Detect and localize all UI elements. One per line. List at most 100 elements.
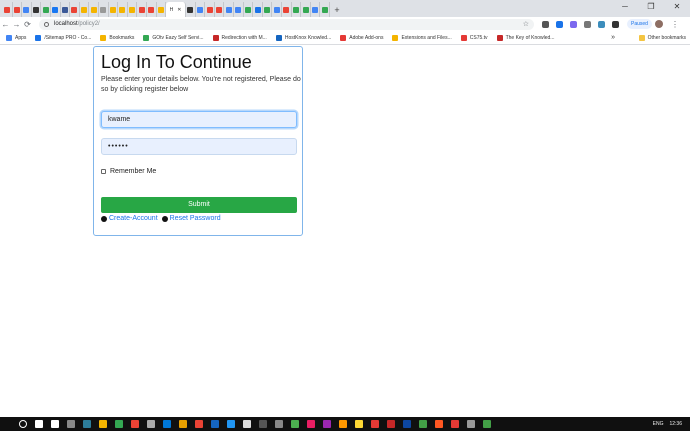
taskbar-app-icon[interactable] (419, 420, 427, 428)
key-icon[interactable] (542, 20, 549, 28)
browser-tab[interactable] (32, 2, 42, 17)
taskbar-app-icon[interactable] (483, 420, 491, 428)
remember-checkbox[interactable] (101, 169, 106, 174)
maximize-button[interactable]: ❐ (638, 0, 664, 13)
php-icon[interactable] (570, 20, 577, 28)
lastpass-icon[interactable] (584, 20, 591, 28)
avatar[interactable] (654, 20, 663, 28)
taskbar-app-icon[interactable] (275, 420, 283, 428)
browser-tab[interactable] (301, 2, 311, 17)
language-indicator[interactable]: ENG (653, 421, 664, 427)
clock[interactable]: 12:36 (669, 421, 682, 427)
browser-tab[interactable] (272, 2, 283, 17)
browser-tab[interactable] (51, 2, 61, 17)
browser-tab[interactable] (224, 2, 235, 17)
browser-tab[interactable] (13, 2, 23, 17)
taskbar-app-icon[interactable] (227, 420, 235, 428)
bookmark-item[interactable]: GOtv Eazy Self Servi... (143, 34, 204, 41)
browser-tab[interactable] (99, 2, 109, 17)
profile-paused-button[interactable]: Paused (627, 19, 652, 29)
browser-tab[interactable] (292, 2, 302, 17)
password-input[interactable]: •••••• (101, 138, 297, 155)
taskbar-app-icon[interactable] (403, 420, 411, 428)
close-window-button[interactable]: ✕ (664, 0, 690, 13)
start-icon[interactable] (19, 420, 27, 428)
close-tab-icon[interactable]: ✕ (177, 7, 181, 13)
taskbar-app-icon[interactable] (387, 420, 395, 428)
browser-tab[interactable] (128, 2, 138, 17)
browser-tab[interactable] (137, 2, 147, 17)
apps-shortcut[interactable]: Apps (6, 34, 26, 41)
back-button[interactable]: ← (0, 20, 11, 29)
bookmark-item[interactable]: /Sitemap PRO - Co... (35, 34, 91, 41)
forward-button[interactable]: → (11, 20, 22, 29)
other-bookmarks[interactable]: Other bookmarks (638, 34, 686, 41)
browser-tab[interactable] (196, 2, 206, 17)
taskbar-app-icon[interactable] (35, 420, 43, 428)
taskbar-app-icon[interactable] (83, 420, 91, 428)
taskbar-app-icon[interactable] (147, 420, 155, 428)
bookmark-item[interactable]: HostKnox Knowled... (275, 34, 331, 41)
taskbar-app-icon[interactable] (259, 420, 267, 428)
remember-me[interactable]: Remember Me (101, 168, 295, 175)
taskbar-app-icon[interactable] (371, 420, 379, 428)
reload-button[interactable]: ⟳ (22, 20, 33, 29)
address-bar[interactable]: localhost/policy2/ ☆ (39, 18, 534, 30)
taskbar-app-icon[interactable] (211, 420, 219, 428)
username-input[interactable]: kwame (101, 111, 297, 128)
browser-tab[interactable] (244, 2, 254, 17)
browser-tab[interactable] (186, 2, 196, 17)
create-account-link[interactable]: Create-Account (109, 215, 158, 222)
bookmark-item[interactable]: Adobe Add-ons (340, 34, 383, 41)
taskbar-app-icon[interactable] (291, 420, 299, 428)
taskbar-app-icon[interactable] (67, 420, 75, 428)
taskbar-app-icon[interactable] (451, 420, 459, 428)
minimize-button[interactable]: ─ (612, 0, 638, 13)
taskbar-app-icon[interactable] (115, 420, 123, 428)
taskbar-app-icon[interactable] (179, 420, 187, 428)
browser-tab[interactable] (89, 2, 99, 17)
bookmark-item[interactable]: CS75.tv (460, 34, 488, 41)
browser-tab[interactable] (253, 2, 263, 17)
taskbar-app-icon[interactable] (307, 420, 315, 428)
menu-icon[interactable]: ⋮ (671, 20, 679, 29)
browser-tab[interactable] (80, 2, 90, 17)
taskbar-app-icon[interactable] (355, 420, 363, 428)
browser-tab[interactable] (22, 2, 32, 17)
extension-icon[interactable] (598, 20, 605, 28)
taskbar-app-icon[interactable] (163, 420, 171, 428)
submit-button[interactable]: Submit (101, 197, 297, 213)
bookmark-item[interactable]: The Key of Knowled... (496, 34, 554, 41)
taskbar-app-icon[interactable] (435, 420, 443, 428)
taskbar-app-icon[interactable] (323, 420, 331, 428)
active-tab[interactable]: H ✕ (166, 2, 187, 17)
bookmark-item[interactable]: Extensions and Files... (392, 34, 452, 41)
browser-tab[interactable] (205, 2, 215, 17)
browser-tab[interactable] (147, 2, 157, 17)
bookmark-star-icon[interactable]: ☆ (523, 20, 529, 28)
extension-icon[interactable] (556, 20, 563, 28)
taskbar-app-icon[interactable] (51, 420, 59, 428)
browser-tab[interactable] (234, 2, 244, 17)
reset-password-link[interactable]: Reset Password (170, 215, 221, 222)
browser-tab[interactable] (109, 2, 119, 17)
browser-tab[interactable] (41, 2, 51, 17)
bookmark-item[interactable]: Bookmarks (100, 34, 134, 41)
taskbar-app-icon[interactable] (99, 420, 107, 428)
taskbar-app-icon[interactable] (339, 420, 347, 428)
browser-tab[interactable] (118, 2, 128, 17)
browser-tab[interactable] (70, 2, 80, 17)
taskbar-app-icon[interactable] (195, 420, 203, 428)
browser-tab[interactable] (311, 2, 321, 17)
browser-tab[interactable] (157, 2, 167, 17)
taskbar-app-icon[interactable] (131, 420, 139, 428)
bookmark-item[interactable]: Redirection with M... (212, 34, 267, 41)
bookmarks-overflow-button[interactable]: » (611, 34, 615, 41)
browser-tab[interactable] (3, 2, 13, 17)
browser-tab[interactable] (320, 2, 330, 17)
new-tab-button[interactable]: + (332, 2, 342, 17)
info-icon[interactable] (44, 21, 49, 27)
extension-icon[interactable] (612, 20, 619, 28)
taskbar-app-icon[interactable] (467, 420, 475, 428)
browser-tab[interactable] (215, 2, 225, 17)
